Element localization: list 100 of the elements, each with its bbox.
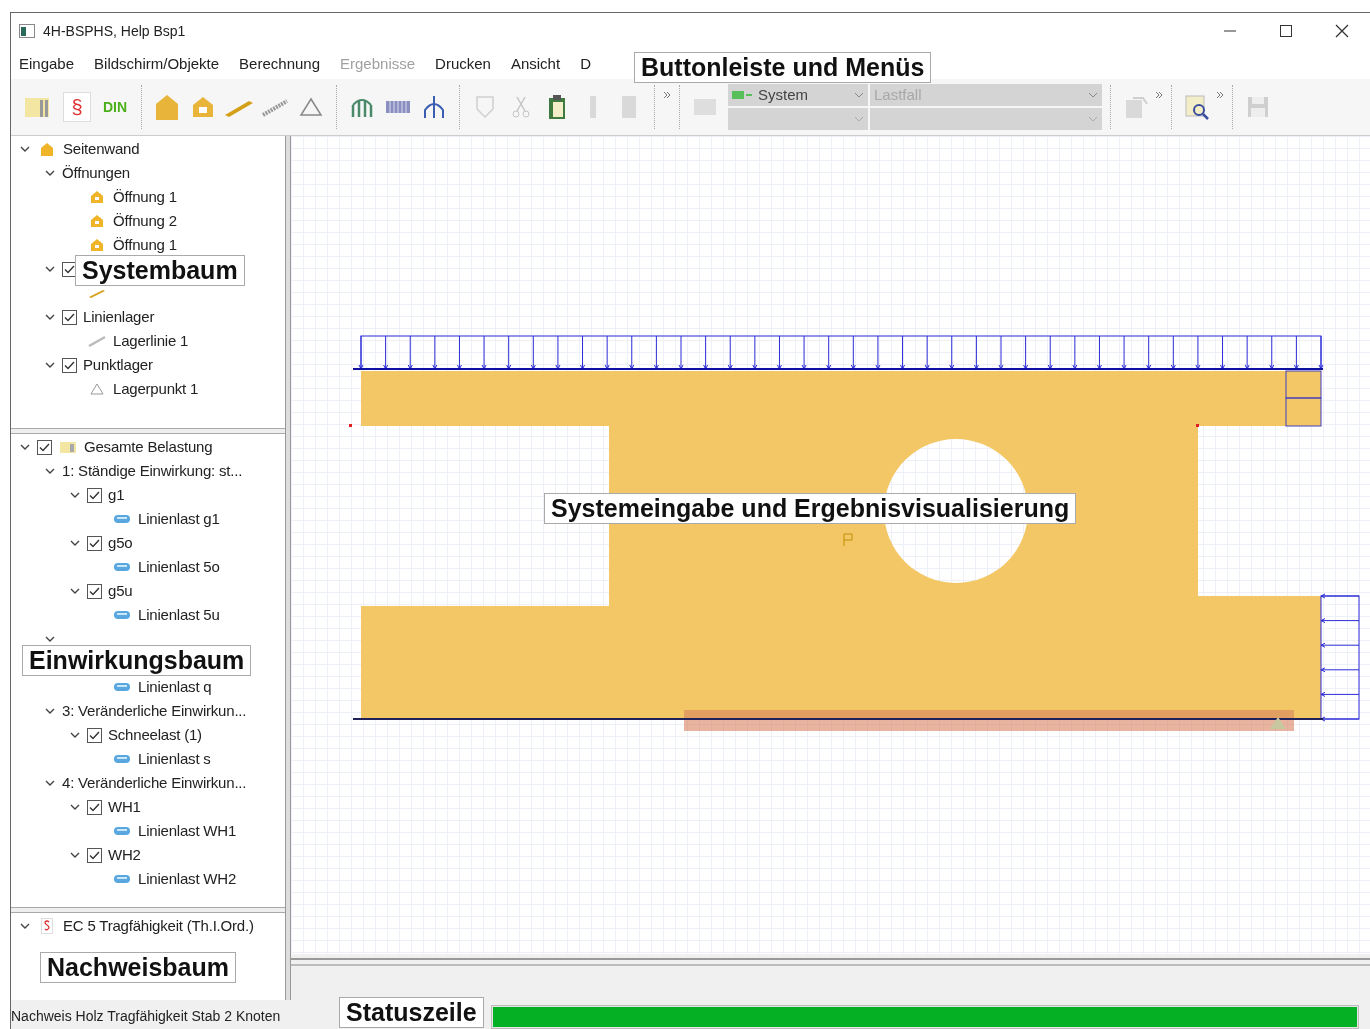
overflow-icon[interactable] bbox=[663, 91, 671, 99]
tree-item[interactable]: Linienlast 5u bbox=[138, 603, 220, 627]
tree-item[interactable]: Öffnungen bbox=[62, 161, 130, 185]
chevron-icon[interactable] bbox=[70, 586, 80, 596]
tree-item[interactable]: Lagerlinie 1 bbox=[113, 329, 189, 353]
paragraph-icon bbox=[41, 918, 53, 934]
chevron-icon[interactable] bbox=[70, 538, 80, 548]
menu-item[interactable]: Bildschirm/Objekte bbox=[94, 52, 220, 76]
checkbox[interactable] bbox=[87, 487, 102, 503]
checkbox[interactable] bbox=[87, 847, 102, 863]
tree-item[interactable]: 3: Veränderliche Einwirkun... bbox=[62, 699, 247, 723]
tree-item[interactable]: Linienlager bbox=[83, 305, 155, 329]
tree-item[interactable]: Punktlager bbox=[83, 353, 153, 377]
tree-item[interactable]: WH1 bbox=[108, 795, 141, 819]
chevron-icon[interactable] bbox=[45, 312, 55, 322]
maximize-icon[interactable] bbox=[1280, 25, 1292, 37]
tree-item[interactable]: Gesamte Belastung bbox=[84, 435, 213, 459]
chevron-icon[interactable] bbox=[70, 802, 80, 812]
overflow-icon[interactable] bbox=[1216, 91, 1224, 99]
search-icon[interactable] bbox=[1184, 94, 1210, 120]
overflow-icon[interactable] bbox=[1155, 91, 1163, 99]
clipboard-icon[interactable] bbox=[547, 94, 567, 120]
checkbox[interactable] bbox=[87, 799, 102, 815]
tree-item[interactable]: Schneelast (1) bbox=[108, 723, 202, 747]
beam-icon bbox=[88, 288, 106, 298]
load-icon bbox=[113, 562, 131, 572]
chevron-icon[interactable] bbox=[45, 360, 55, 370]
tree-item[interactable]: Linienlast 5o bbox=[138, 555, 220, 579]
menu-item[interactable]: Berechnung bbox=[239, 52, 320, 76]
tree-item[interactable]: Seitenwand bbox=[63, 137, 140, 161]
hatched-line-icon[interactable] bbox=[261, 97, 289, 117]
checkbox[interactable] bbox=[62, 261, 77, 277]
chevron-icon[interactable] bbox=[45, 264, 55, 274]
load-icon bbox=[113, 514, 131, 524]
close-icon[interactable] bbox=[1335, 24, 1349, 38]
chevron-icon[interactable] bbox=[45, 634, 55, 644]
tree-item[interactable]: g5u bbox=[108, 579, 133, 603]
chevron-icon[interactable] bbox=[70, 730, 80, 740]
anchor-icon[interactable] bbox=[422, 94, 446, 120]
load-icon bbox=[113, 682, 131, 692]
triangle-icon[interactable] bbox=[299, 97, 323, 117]
tree-item[interactable]: EC 5 Tragfähigkeit (Th.I.Ord.) bbox=[63, 914, 254, 938]
triangle-icon bbox=[90, 383, 104, 395]
chevron-icon[interactable] bbox=[45, 168, 55, 178]
caret-icon bbox=[854, 116, 864, 122]
menu-item[interactable]: Ansicht bbox=[510, 52, 561, 76]
tree-item[interactable]: g5o bbox=[108, 531, 133, 555]
tree-item[interactable]: Öffnung 2 bbox=[113, 209, 177, 233]
chevron-icon[interactable] bbox=[20, 144, 30, 154]
grid-icon[interactable] bbox=[385, 99, 411, 115]
chevron-icon[interactable] bbox=[70, 490, 80, 500]
checkbox[interactable] bbox=[62, 309, 77, 325]
house-window-icon bbox=[90, 214, 104, 228]
tree-item[interactable]: Linienlast q bbox=[138, 675, 212, 699]
checkbox[interactable] bbox=[87, 583, 102, 599]
callout-label: Buttonleiste und Menüs bbox=[634, 52, 932, 83]
callout-label: Einwirkungsbaum bbox=[22, 645, 252, 676]
chevron-icon[interactable] bbox=[20, 442, 30, 452]
book-icon[interactable] bbox=[24, 95, 52, 119]
checkbox[interactable] bbox=[87, 535, 102, 551]
chevron-icon[interactable] bbox=[70, 850, 80, 860]
tree-item[interactable]: 1: Ständige Einwirkung: st... bbox=[62, 459, 243, 483]
chevron-icon[interactable] bbox=[45, 778, 55, 788]
tree-item[interactable]: Linienlast g1 bbox=[138, 507, 220, 531]
house-icon bbox=[39, 141, 55, 157]
callout-label: Statuszeile bbox=[339, 997, 484, 1028]
caret-icon bbox=[1088, 116, 1098, 122]
callout-label: Systemeingabe und Ergebnisvisualisierung bbox=[544, 493, 1077, 524]
tree-item[interactable]: Linienlast WH2 bbox=[138, 867, 237, 891]
tree-item[interactable]: Öffnung 1 bbox=[113, 185, 177, 209]
tree-item[interactable]: g1 bbox=[108, 483, 125, 507]
caret-icon bbox=[1088, 92, 1098, 98]
dropdown-value: System bbox=[758, 84, 809, 105]
menu-item[interactable]: Eingabe bbox=[19, 52, 75, 76]
paragraph-button[interactable]: § bbox=[63, 92, 91, 122]
tree-item[interactable]: Öffnung 1 bbox=[113, 233, 177, 257]
dropdown[interactable]: System bbox=[728, 84, 868, 106]
load-icon bbox=[113, 826, 131, 836]
menu-item[interactable]: D bbox=[580, 52, 591, 76]
status-text: Nachweis Holz Tragfähigkeit Stab 2 Knoten bbox=[11, 1007, 282, 1026]
menu-item[interactable]: Drucken bbox=[435, 52, 491, 76]
chevron-icon[interactable] bbox=[45, 706, 55, 716]
flag-marker bbox=[843, 533, 853, 547]
window-title: 4H-BSPHS, Help Bsp1 bbox=[43, 21, 186, 41]
tree-item[interactable]: 4: Veränderliche Einwirkun... bbox=[62, 771, 247, 795]
tree-item[interactable]: Lagerpunkt 1 bbox=[113, 377, 199, 401]
load-icon bbox=[113, 754, 131, 764]
app-icon bbox=[19, 24, 35, 38]
tree-item[interactable]: Linienlast WH1 bbox=[138, 819, 237, 843]
corner-rectangles-drawing bbox=[1285, 370, 1322, 427]
system-icon bbox=[732, 90, 754, 100]
load-icon bbox=[113, 874, 131, 884]
checkbox[interactable] bbox=[87, 727, 102, 743]
folder-icon bbox=[60, 441, 76, 453]
checkbox[interactable] bbox=[37, 439, 52, 455]
tree-item[interactable]: Linienlast s bbox=[138, 747, 211, 771]
checkbox[interactable] bbox=[62, 357, 77, 373]
tree-item[interactable]: WH2 bbox=[108, 843, 141, 867]
chevron-icon[interactable] bbox=[45, 466, 55, 476]
chevron-icon[interactable] bbox=[20, 921, 30, 931]
